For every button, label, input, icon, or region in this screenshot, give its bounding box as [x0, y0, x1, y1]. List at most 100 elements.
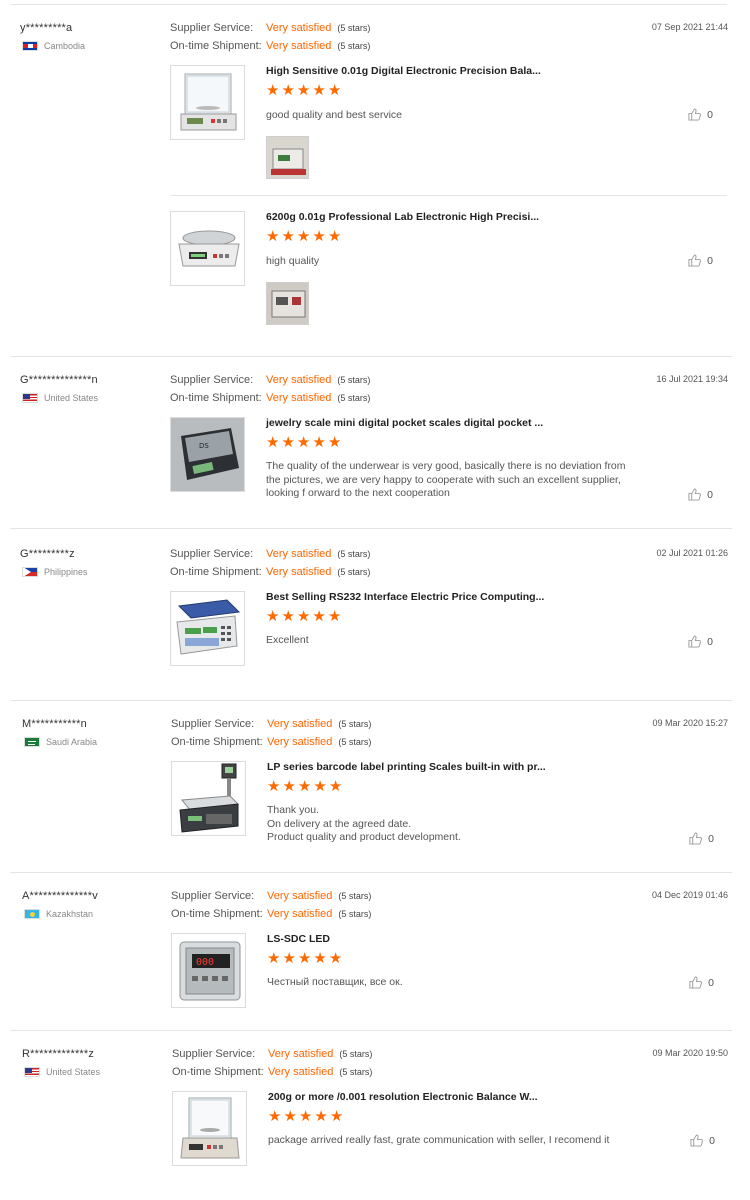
product-title[interactable]: LP series barcode label printing Scales … [267, 761, 546, 773]
star-icon: ★ [298, 1108, 313, 1125]
like-button[interactable]: 0 [688, 108, 713, 121]
star-icon: ★ [312, 228, 326, 245]
star-icon: ★ [281, 82, 295, 99]
star-icon: ★ [296, 228, 311, 245]
ontime-shipment-label: On-time Shipment: [170, 392, 262, 404]
country-label: Cambodia [44, 41, 86, 51]
flag-saudi-arabia-icon [24, 737, 40, 747]
thumbs-up-icon [689, 976, 703, 989]
ontime-shipment-rating: On-time Shipment: Very satisfied (5 star… [171, 736, 371, 748]
label-printing-scale-image[interactable] [171, 761, 246, 836]
review-text: high quality [266, 255, 320, 267]
star-icon: ★ [266, 82, 280, 99]
supplier-service-rating: Supplier Service: Very satisfied (5 star… [172, 1048, 372, 1060]
supplier-service-value: Very satisfied [266, 374, 332, 386]
precision-balance-image[interactable] [170, 65, 245, 140]
like-button[interactable]: 0 [688, 488, 713, 501]
review-date: 09 Mar 2020 15:27 [652, 718, 728, 728]
ontime-shipment-value: Very satisfied [267, 736, 333, 748]
review-date: 02 Jul 2021 01:26 [656, 548, 728, 558]
review-text: Thank you. On delivery at the agreed dat… [267, 804, 461, 843]
pocket-scale-image[interactable]: DS [170, 417, 245, 492]
supplier-service-label: Supplier Service: [171, 718, 255, 730]
supplier-service-value: Very satisfied [267, 890, 333, 902]
like-button[interactable]: 0 [689, 832, 714, 845]
ontime-shipment-value: Very satisfied [266, 566, 332, 578]
product-title[interactable]: High Sensitive 0.01g Digital Electronic … [266, 65, 541, 77]
flag-cambodia-icon [22, 41, 38, 51]
ontime-shipment-rating: On-time Shipment: Very satisfied (5 star… [170, 392, 370, 404]
star-icon: ★ [327, 608, 342, 625]
country-label: United States [44, 393, 99, 403]
led-indicator-image[interactable]: 000 [171, 933, 246, 1008]
supplier-service-stars: (5 stars) [337, 23, 371, 33]
item-divider [170, 195, 727, 196]
lab-scale-image[interactable] [170, 211, 245, 286]
price-computing-scale-image[interactable] [170, 591, 245, 666]
star-icon: ★ [327, 82, 342, 99]
product-rating-stars: ★ ★ ★ ★ ★ [266, 229, 341, 244]
star-icon: ★ [312, 434, 326, 451]
supplier-service-label: Supplier Service: [172, 1048, 256, 1060]
review-text: Честный поставщик, все ок. [267, 976, 403, 988]
svg-text:DS: DS [199, 442, 209, 450]
thumbs-up-icon [688, 635, 702, 648]
review-photo-thumbnail[interactable] [266, 136, 309, 179]
supplier-service-value: Very satisfied [266, 548, 332, 560]
thumbs-up-icon [688, 488, 702, 501]
flag-philippines-icon [22, 567, 38, 577]
star-icon: ★ [296, 608, 311, 625]
like-count: 0 [708, 976, 714, 989]
ontime-shipment-rating: On-time Shipment: Very satisfied (5 star… [170, 40, 370, 52]
like-button[interactable]: 0 [689, 976, 714, 989]
star-icon: ★ [281, 228, 295, 245]
ontime-shipment-label: On-time Shipment: [170, 566, 262, 578]
thumbs-up-icon [688, 108, 702, 121]
supplier-service-label: Supplier Service: [170, 22, 254, 34]
buyer-name: R*************z [22, 1048, 95, 1060]
product-title[interactable]: LS-SDC LED [267, 933, 330, 945]
ontime-shipment-stars: (5 stars) [337, 41, 371, 51]
supplier-service-value: Very satisfied [266, 22, 332, 34]
ontime-shipment-value: Very satisfied [268, 1066, 334, 1078]
star-icon: ★ [267, 778, 281, 795]
product-rating-stars: ★ ★ ★ ★ ★ [267, 951, 342, 966]
star-icon: ★ [312, 608, 326, 625]
supplier-service-value: Very satisfied [268, 1048, 334, 1060]
product-title[interactable]: 6200g 0.01g Professional Lab Electronic … [266, 211, 539, 223]
ontime-shipment-label: On-time Shipment: [171, 736, 263, 748]
like-button[interactable]: 0 [690, 1134, 715, 1147]
like-count: 0 [707, 108, 713, 121]
thumbs-up-icon [689, 832, 703, 845]
ontime-shipment-stars: (5 stars) [339, 1067, 373, 1077]
buyer-country: Kazakhstan [24, 909, 93, 919]
electronic-balance-image[interactable] [172, 1091, 247, 1166]
supplier-service-stars: (5 stars) [337, 375, 371, 385]
country-label: Kazakhstan [46, 909, 94, 919]
review-item: 000 LS-SDC LED ★ ★ ★ ★ ★ Честный поставщик, … [171, 933, 728, 1013]
review-item: DS jewelry scale mini digital pocket sca… [170, 417, 727, 537]
review-text: Excellent [266, 634, 309, 646]
like-count: 0 [709, 1134, 715, 1147]
ontime-shipment-rating: On-time Shipment: Very satisfied (5 star… [172, 1066, 372, 1078]
product-title[interactable]: 200g or more /0.001 resolution Electroni… [268, 1091, 538, 1103]
product-rating-stars: ★ ★ ★ ★ ★ [266, 83, 341, 98]
review-text: The quality of the underwear is very goo… [266, 460, 626, 499]
star-icon: ★ [266, 228, 280, 245]
buyer-country: United States [24, 1067, 100, 1077]
star-icon: ★ [268, 1108, 282, 1125]
buyer-name: A**************v [22, 890, 98, 902]
review-divider [10, 528, 732, 529]
product-rating-stars: ★ ★ ★ ★ ★ [266, 609, 341, 624]
like-button[interactable]: 0 [688, 635, 713, 648]
product-title[interactable]: jewelry scale mini digital pocket scales… [266, 417, 543, 429]
supplier-service-stars: (5 stars) [339, 1049, 373, 1059]
flag-kazakhstan-icon [24, 909, 40, 919]
like-count: 0 [707, 488, 713, 501]
review-date: 16 Jul 2021 19:34 [656, 374, 728, 384]
review-photo-thumbnail[interactable] [266, 282, 309, 325]
like-button[interactable]: 0 [688, 254, 713, 267]
country-label: United States [46, 1067, 101, 1077]
supplier-service-stars: (5 stars) [337, 549, 371, 559]
product-title[interactable]: Best Selling RS232 Interface Electric Pr… [266, 591, 544, 603]
